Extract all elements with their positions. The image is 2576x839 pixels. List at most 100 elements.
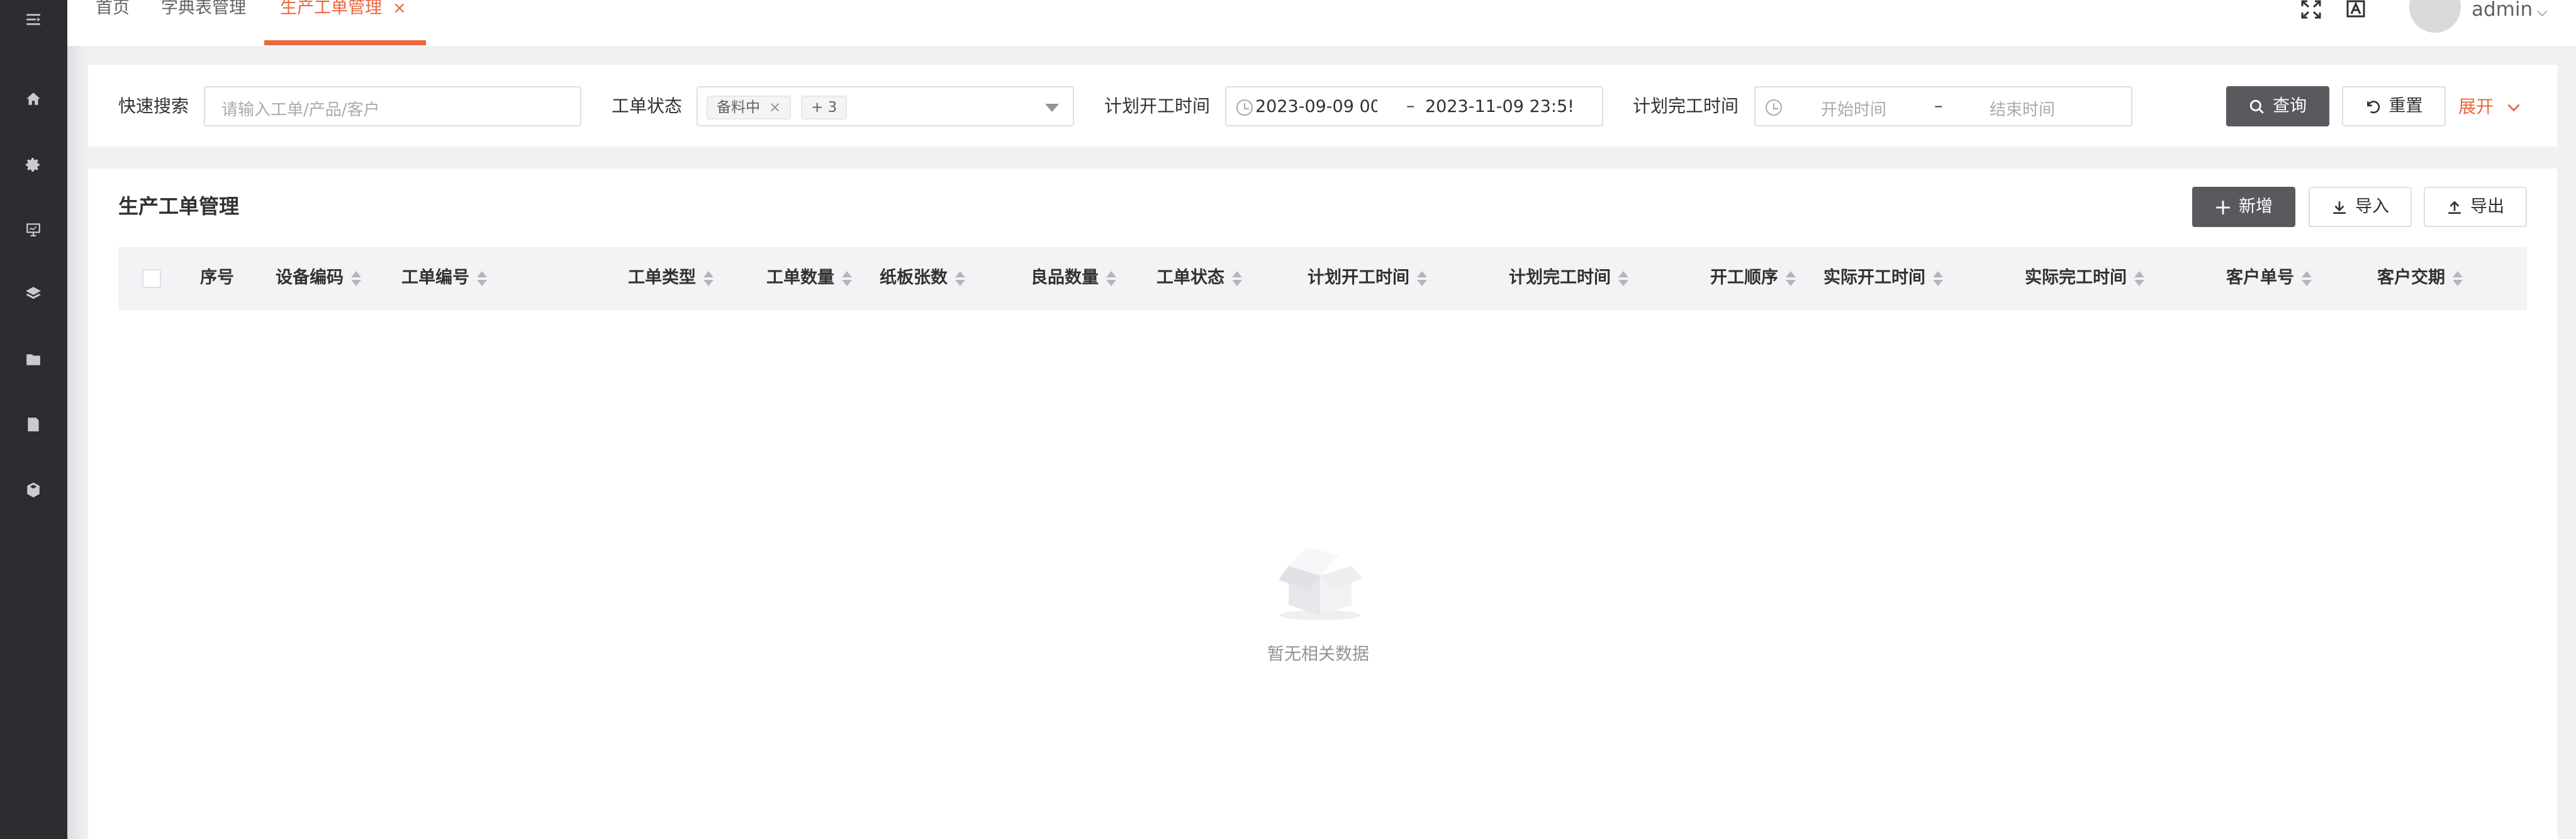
fullscreen-icon[interactable] bbox=[2300, 0, 2325, 19]
plan-end-from[interactable]: 开始时间 bbox=[1821, 97, 1886, 120]
status-select[interactable]: 备料中 × + 3 bbox=[697, 86, 1074, 126]
tab-bar bbox=[67, 0, 2576, 46]
column-header-order-type[interactable]: 工单类型 bbox=[628, 267, 714, 289]
expand-link[interactable]: 展开 bbox=[2458, 96, 2522, 118]
status-more-chip: + 3 bbox=[801, 96, 848, 119]
reset-button-label: 重置 bbox=[2388, 96, 2423, 116]
reset-button[interactable]: 重置 bbox=[2342, 86, 2446, 126]
sidebar bbox=[0, 0, 67, 839]
column-header-label: 纸板张数 bbox=[880, 268, 948, 287]
plan-start-from[interactable]: 2023-09-09 00:0 bbox=[1255, 97, 1377, 116]
column-header-actual-start[interactable]: 实际开工时间 bbox=[1823, 267, 1943, 289]
tab-production-order[interactable]: 生产工单管理 bbox=[280, 0, 382, 46]
column-header-device-code[interactable]: 设备编码 bbox=[276, 267, 361, 289]
empty-state-text: 暂无相关数据 bbox=[1267, 645, 1369, 664]
sort-icon[interactable] bbox=[2134, 270, 2144, 287]
column-header-label: 客户交期 bbox=[2377, 268, 2445, 287]
sort-icon[interactable] bbox=[2453, 270, 2463, 287]
sort-icon[interactable] bbox=[351, 270, 361, 287]
query-button-label: 查询 bbox=[2273, 96, 2307, 116]
column-header-order-qty[interactable]: 工单数量 bbox=[766, 267, 852, 289]
empty-box-icon bbox=[1279, 547, 1363, 620]
column-header-actual-end[interactable]: 实际完工时间 bbox=[2025, 267, 2144, 289]
plan-start-to[interactable]: 2023-11-09 23:5! bbox=[1425, 97, 1586, 116]
status-chip: 备料中 × bbox=[707, 96, 792, 119]
reset-icon bbox=[2365, 88, 2382, 126]
export-button[interactable]: 导出 bbox=[2424, 187, 2527, 227]
chevron-down-icon[interactable]: ⌵ bbox=[2537, 4, 2548, 19]
sort-icon[interactable] bbox=[1232, 270, 1242, 287]
column-header-label: 实际开工时间 bbox=[1823, 268, 1925, 287]
column-header-label: 良品数量 bbox=[1031, 268, 1099, 287]
font-size-icon[interactable] bbox=[2346, 0, 2371, 19]
column-header-label: 实际完工时间 bbox=[2025, 268, 2127, 287]
clock-icon bbox=[1236, 99, 1253, 116]
chevron-down-icon bbox=[1045, 104, 1059, 112]
plan-end-range[interactable]: 开始时间 – 结束时间 bbox=[1754, 86, 2132, 126]
column-header-index: 序号 bbox=[200, 267, 234, 289]
column-header-board-sheets[interactable]: 纸板张数 bbox=[880, 267, 965, 289]
chevron-down-icon bbox=[2507, 104, 2520, 112]
column-header-label: 工单编号 bbox=[401, 268, 469, 287]
document-icon[interactable] bbox=[24, 415, 43, 434]
sort-icon[interactable] bbox=[1786, 270, 1796, 287]
chip-close-icon[interactable]: × bbox=[769, 99, 781, 116]
tab-dictionary[interactable]: 字典表管理 bbox=[161, 0, 246, 46]
sort-icon[interactable] bbox=[1106, 270, 1116, 287]
column-header-label: 工单类型 bbox=[628, 268, 696, 287]
expand-label: 展开 bbox=[2458, 96, 2494, 117]
add-button-label: 新增 bbox=[2239, 197, 2273, 216]
sort-icon[interactable] bbox=[1618, 270, 1628, 287]
export-button-label: 导出 bbox=[2470, 197, 2504, 216]
monitor-icon[interactable] bbox=[24, 220, 43, 239]
range-separator: – bbox=[1406, 96, 1415, 116]
tab-close-icon[interactable]: × bbox=[393, 0, 406, 16]
sort-icon[interactable] bbox=[2302, 270, 2312, 287]
menu-toggle-icon[interactable] bbox=[24, 10, 43, 29]
package-icon[interactable] bbox=[24, 481, 43, 499]
column-header-good-qty[interactable]: 良品数量 bbox=[1031, 267, 1116, 289]
home-icon[interactable] bbox=[24, 89, 43, 108]
quick-search-input[interactable]: 请输入工单/产品/客户 bbox=[204, 86, 581, 126]
plan-start-range[interactable]: 2023-09-09 00:0 – 2023-11-09 23:5! bbox=[1225, 86, 1603, 126]
status-label: 工单状态 bbox=[612, 96, 683, 116]
layers-icon[interactable] bbox=[24, 284, 43, 303]
sort-icon[interactable] bbox=[703, 270, 714, 287]
download-icon bbox=[2331, 189, 2348, 226]
column-header-customer-order[interactable]: 客户单号 bbox=[2226, 267, 2312, 289]
column-header-label: 序号 bbox=[200, 268, 234, 287]
column-header-plan-end[interactable]: 计划完工时间 bbox=[1509, 267, 1628, 289]
column-header-order-no[interactable]: 工单编号 bbox=[401, 267, 487, 289]
column-header-order-status[interactable]: 工单状态 bbox=[1156, 267, 1242, 289]
quick-search-label: 快速搜索 bbox=[118, 96, 189, 116]
sort-icon[interactable] bbox=[1417, 270, 1427, 287]
upload-icon bbox=[2446, 189, 2463, 226]
query-button[interactable]: 查询 bbox=[2226, 86, 2329, 126]
column-header-start-order[interactable]: 开工顺序 bbox=[1710, 267, 1796, 289]
column-header-label: 工单数量 bbox=[766, 268, 834, 287]
column-header-label: 设备编码 bbox=[276, 268, 344, 287]
status-chip-label: 备料中 bbox=[717, 99, 760, 116]
settings-icon[interactable] bbox=[24, 155, 43, 174]
tab-home[interactable]: 首页 bbox=[96, 0, 130, 46]
select-all-checkbox[interactable] bbox=[142, 269, 161, 288]
clock-icon bbox=[1766, 99, 1782, 116]
add-button[interactable]: 新增 bbox=[2192, 187, 2295, 227]
column-header-plan-start[interactable]: 计划开工时间 bbox=[1308, 267, 1427, 289]
page-title: 生产工单管理 bbox=[118, 194, 240, 218]
search-icon bbox=[2249, 88, 2265, 126]
import-button-label: 导入 bbox=[2355, 197, 2389, 216]
sort-icon[interactable] bbox=[955, 270, 965, 287]
sort-icon[interactable] bbox=[842, 270, 852, 287]
range-separator: – bbox=[1934, 96, 1943, 116]
sort-icon[interactable] bbox=[1933, 270, 1943, 287]
plan-end-to[interactable]: 结束时间 bbox=[1990, 97, 2055, 120]
column-header-label: 计划开工时间 bbox=[1308, 268, 1409, 287]
import-button[interactable]: 导入 bbox=[2309, 187, 2412, 227]
user-name[interactable]: admin bbox=[2472, 0, 2533, 19]
plus-icon bbox=[2215, 189, 2231, 226]
sort-icon[interactable] bbox=[477, 270, 487, 287]
column-header-customer-delivery[interactable]: 客户交期 bbox=[2377, 267, 2463, 289]
column-header-label: 开工顺序 bbox=[1710, 268, 1778, 287]
folder-icon[interactable] bbox=[24, 350, 43, 369]
